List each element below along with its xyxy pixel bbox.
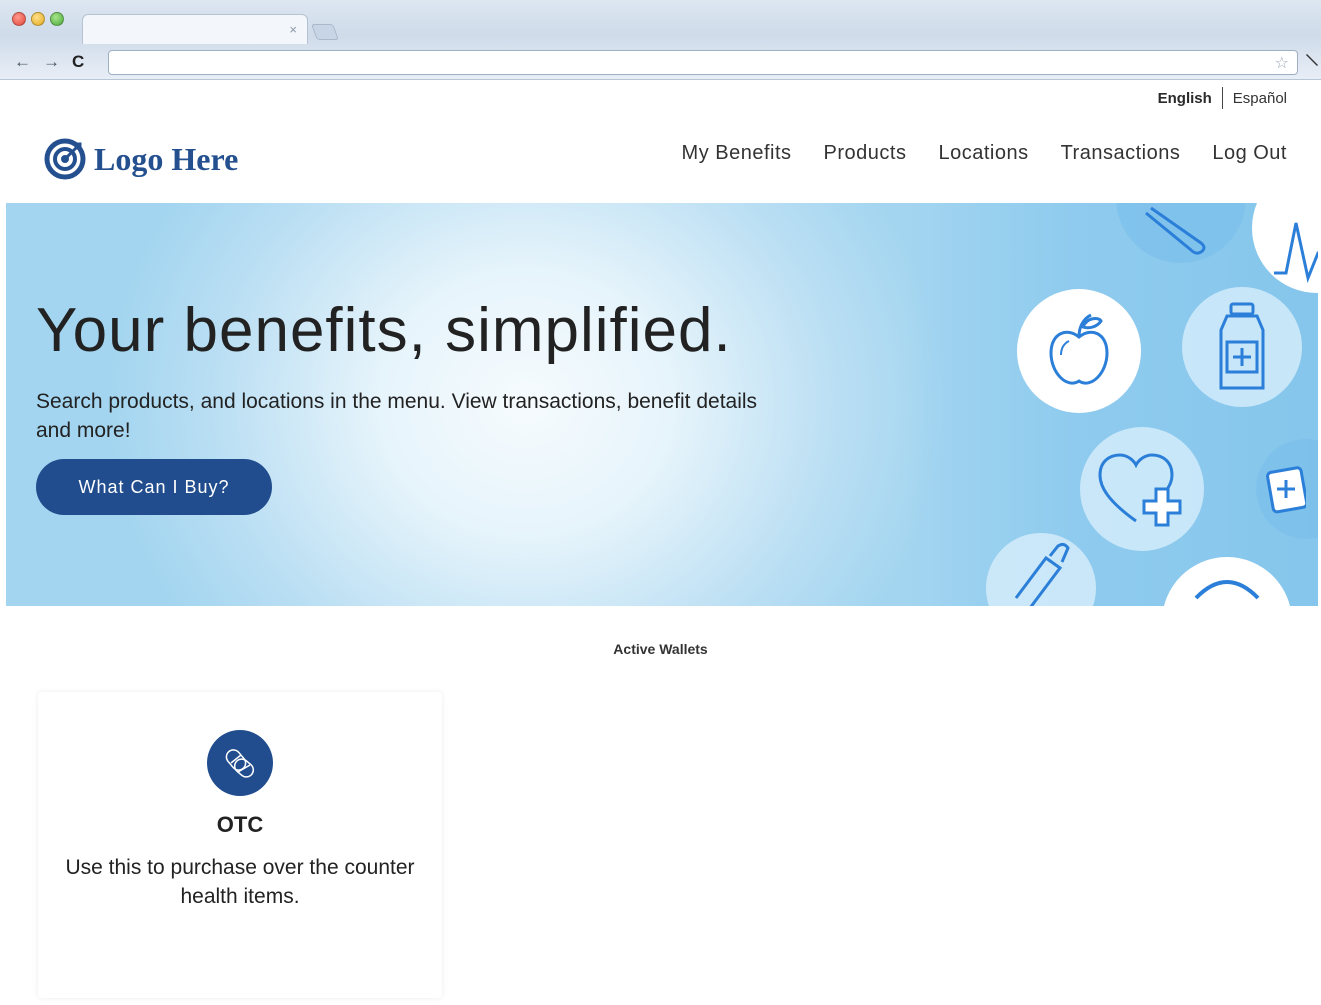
minimize-window-button[interactable] [31,12,45,26]
pills-icon [207,730,273,796]
thermometer-icon [1145,206,1206,255]
medicine-bottle-icon [1219,302,1265,390]
what-can-i-buy-button[interactable]: What Can I Buy? [36,459,272,515]
baby-bottle-icon [1014,542,1070,606]
heart-plus-icon [1098,453,1182,527]
nav-log-out[interactable]: Log Out [1212,142,1287,165]
back-arrow-icon[interactable]: ← [14,53,31,71]
forward-arrow-icon[interactable]: → [43,53,60,71]
hero-title: Your benefits, simplified. [36,296,732,365]
wallet-card-otc[interactable]: OTC Use this to purchase over the counte… [38,692,442,998]
wallet-card-title: OTC [216,812,264,837]
heartbeat-icon [1274,222,1318,283]
nav-products[interactable]: Products [824,142,907,165]
new-tab-button[interactable] [311,24,339,40]
eye-icon [1194,580,1260,600]
nav-locations[interactable]: Locations [938,142,1028,165]
wallet-card-description: Use this to purchase over the counter he… [65,856,415,908]
bookmark-star-icon[interactable]: ☆ [1275,53,1289,73]
wrench-menu-icon[interactable] [1304,52,1320,73]
browser-nav-buttons: ← → C [14,53,84,71]
target-logo-icon [44,138,86,180]
language-spanish-link[interactable]: Español [1233,90,1287,107]
reload-icon[interactable]: C [72,53,84,71]
language-divider [1221,87,1223,109]
hero-banner: Your benefits, simplified. Search produc… [6,203,1318,606]
apple-icon [1049,313,1109,385]
maximize-window-button[interactable] [50,12,64,26]
language-switcher: English Español [1158,87,1287,109]
medicine-bottle-bubble [1182,287,1302,407]
browser-tab[interactable]: × [82,14,308,44]
hero-subtitle: Search products, and locations in the me… [36,390,758,442]
language-english-link[interactable]: English [1158,90,1212,107]
heart-plus-bubble [1080,427,1204,551]
site-logo[interactable]: Logo Here [44,138,238,180]
active-wallets-heading: Active Wallets [613,641,708,657]
window-controls [12,12,64,26]
main-nav: My Benefits Products Locations Transacti… [682,142,1287,165]
logo-text: Logo Here [94,140,239,177]
tab-close-icon[interactable]: × [289,22,297,37]
first-aid-kit-icon [1266,466,1306,514]
apple-bubble [1017,289,1141,413]
close-window-button[interactable] [12,12,26,26]
nav-transactions[interactable]: Transactions [1061,142,1181,165]
nav-my-benefits[interactable]: My Benefits [682,142,792,165]
browser-chrome: × ← → C ☆ [0,0,1321,80]
address-bar[interactable]: ☆ [108,50,1298,75]
